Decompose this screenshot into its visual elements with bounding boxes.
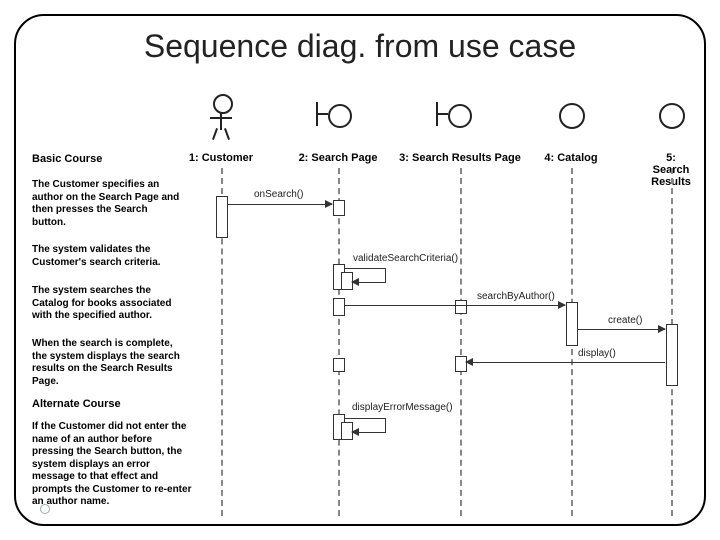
activation-bar: [216, 196, 228, 238]
boundary-connector-icon: [318, 113, 328, 115]
basic-course-step: The system validates the Customer's sear…: [32, 244, 182, 269]
activation-bar: [566, 302, 578, 346]
activation-bar: [455, 300, 467, 314]
message-arrow-vertical: [385, 268, 386, 282]
activation-bar: [333, 298, 345, 316]
lifeline: [460, 168, 462, 516]
lifeline: [338, 168, 340, 516]
slide-title: Sequence diag. from use case: [50, 28, 670, 65]
message-label: onSearch(): [254, 189, 303, 200]
message-arrow: [344, 268, 386, 269]
basic-course-step: The Customer specifies an author on the …: [32, 179, 182, 229]
actor-icon: [213, 94, 233, 114]
lifeline-label-customer: 1: Customer: [189, 152, 253, 164]
bullet-icon: [40, 504, 50, 514]
circle-icon: [559, 103, 585, 129]
actor-arms-line: [210, 117, 232, 119]
basic-course-step: When the search is complete, the system …: [32, 338, 182, 388]
message-label: searchByAuthor(): [477, 291, 555, 302]
message-arrow: [577, 329, 665, 330]
activation-bar: [333, 200, 345, 216]
message-arrow: [352, 432, 386, 433]
actor-body-line: [220, 112, 222, 130]
basic-course-heading: Basic Course: [32, 153, 102, 165]
message-arrow: [352, 282, 386, 283]
lifeline-label-catalog: 4: Catalog: [544, 152, 597, 164]
message-arrow: [344, 305, 565, 306]
message-arrow: [227, 204, 332, 205]
alternate-course-step: If the Customer did not enter the name o…: [32, 421, 192, 509]
message-label: create(): [608, 315, 642, 326]
activation-bar: [333, 358, 345, 372]
circle-icon: [659, 103, 685, 129]
message-label: displayErrorMessage(): [352, 402, 453, 413]
message-label: display(): [578, 348, 616, 359]
message-arrow-vertical: [385, 418, 386, 432]
boundary-connector-icon: [438, 113, 448, 115]
lifeline-label-resultspage: 3: Search Results Page: [399, 152, 521, 164]
message-arrow: [466, 362, 665, 363]
slide: Sequence diag. from use case 1: Customer…: [0, 0, 720, 540]
message-arrow: [344, 418, 386, 419]
message-label: validateSearchCriteria(): [353, 253, 458, 264]
boundary-icon: [328, 104, 352, 128]
basic-course-step: The system searches the Catalog for book…: [32, 285, 182, 323]
boundary-icon: [448, 104, 472, 128]
lifeline-label-searchpage: 2: Search Page: [299, 152, 378, 164]
alternate-course-heading: Alternate Course: [32, 398, 121, 410]
activation-bar: [666, 324, 678, 386]
